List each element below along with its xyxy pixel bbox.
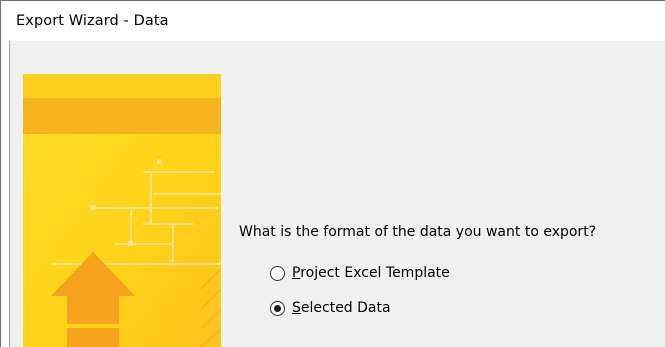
radio-button-checked[interactable]	[270, 300, 285, 316]
wizard-banner-image	[23, 74, 221, 347]
wizard-body: What is the format of the data you want …	[9, 41, 665, 347]
window-title: Export Wizard - Data	[16, 13, 169, 29]
option-label: Selected Data	[292, 300, 391, 316]
title-bar[interactable]: Export Wizard - Data	[1, 1, 665, 41]
export-format-question: What is the format of the data you want …	[239, 224, 597, 240]
option-project-excel-template[interactable]: Project Excel Template	[270, 265, 450, 281]
export-wizard-window: Export Wizard - Data What is the format …	[0, 0, 665, 347]
option-label: Project Excel Template	[292, 265, 450, 281]
radio-button-unchecked[interactable]	[270, 265, 285, 281]
option-selected-data[interactable]: Selected Data	[270, 300, 391, 316]
export-arrow-illustration	[23, 74, 221, 347]
